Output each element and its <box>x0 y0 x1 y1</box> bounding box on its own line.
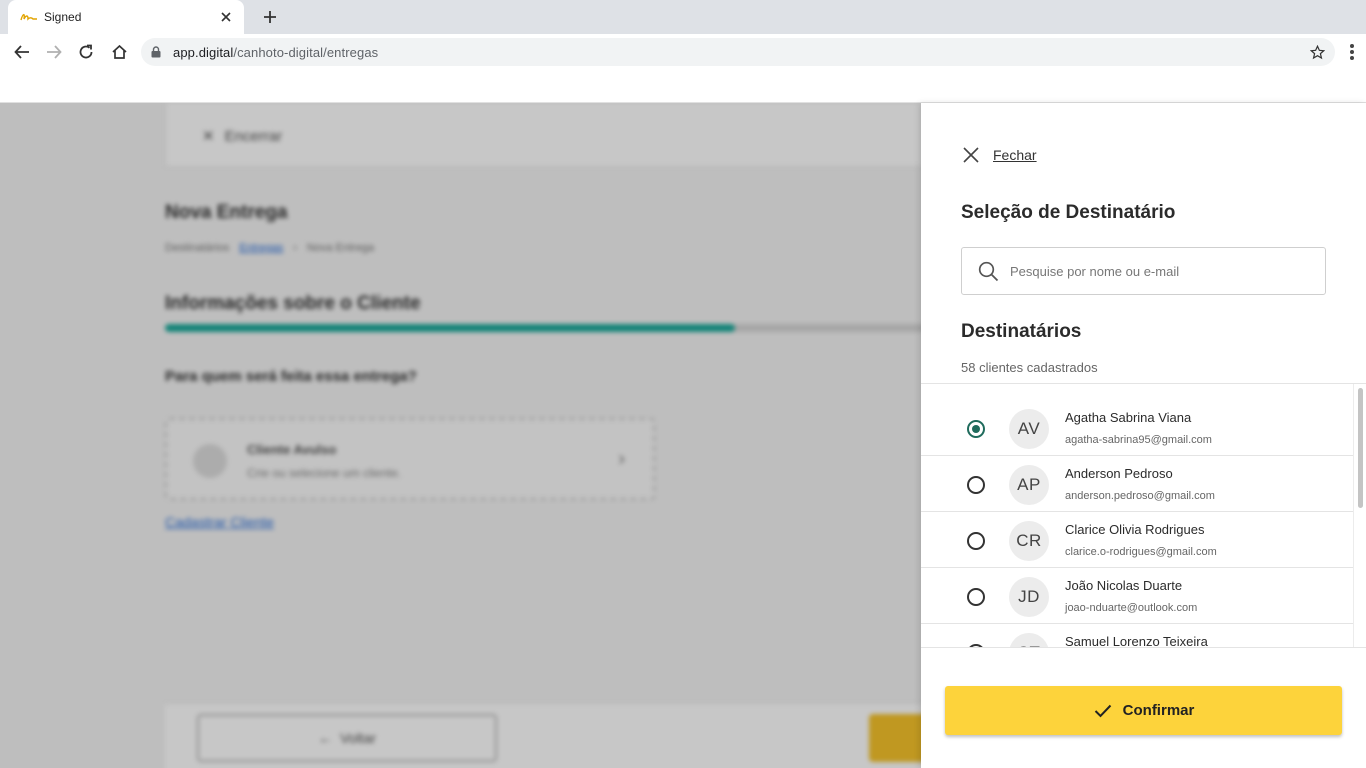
browser-toolbar: app.digital/canhoto-digital/entregas <box>0 34 1366 70</box>
scrollbar-thumb[interactable] <box>1358 388 1363 508</box>
recipient-radio[interactable] <box>967 476 985 494</box>
recipient-email: joao-nduarte@outlook.com <box>1065 602 1198 614</box>
recipient-row-4[interactable]: ST Samuel Lorenzo Teixeira <box>921 624 1353 648</box>
signature-favicon-icon <box>20 10 38 24</box>
recipient-email: agatha-sabrina95@gmail.com <box>1065 434 1212 446</box>
recipient-name: João Nicolas Duarte <box>1065 578 1183 593</box>
avatar: JD <box>1009 577 1049 617</box>
close-icon <box>961 145 981 165</box>
drawer-title: Seleção de Destinatário <box>961 202 1176 223</box>
recipient-email: clarice.o-rodrigues@gmail.com <box>1065 546 1217 558</box>
recipient-list-viewport: AV Agatha Sabrina Viana agatha-sabrina95… <box>921 384 1353 648</box>
reload-icon[interactable] <box>75 42 97 62</box>
lock-icon <box>151 45 165 59</box>
forward-arrow-icon[interactable] <box>43 42 65 62</box>
recipient-radio[interactable] <box>967 420 985 438</box>
modal-backdrop[interactable] <box>0 103 921 768</box>
url-text: app.digital/canhoto-digital/entregas <box>173 45 378 60</box>
recipient-row-3[interactable]: JD João Nicolas Duarte joao-nduarte@outl… <box>921 568 1353 624</box>
avatar: CR <box>1009 521 1049 561</box>
recipient-radio[interactable] <box>967 588 985 606</box>
url-host: app.digital <box>173 44 234 60</box>
search-field[interactable] <box>961 247 1326 295</box>
confirm-label: Confirmar <box>1122 702 1195 719</box>
recipients-count: 58 clientes cadastrados <box>961 360 1098 375</box>
search-icon <box>978 260 1000 282</box>
tab-close-icon[interactable] <box>218 9 234 25</box>
close-label: Fechar <box>993 147 1037 163</box>
app-header <box>0 70 1366 103</box>
background-page: ✕ Encerrar Nova Entrega Destinatários En… <box>0 103 921 768</box>
close-drawer-button[interactable]: Fechar <box>961 145 1037 165</box>
browser-menu-icon[interactable] <box>1344 42 1360 62</box>
browser-tab-strip: Signed <box>0 0 1366 34</box>
browser-tab[interactable]: Signed <box>8 0 244 34</box>
recipient-name: Agatha Sabrina Viana <box>1065 410 1192 425</box>
home-icon[interactable] <box>108 42 130 62</box>
recipient-row-1[interactable]: AP Anderson Pedroso anderson.pedroso@gma… <box>921 456 1353 512</box>
recipient-name: Clarice Olivia Rodrigues <box>1065 522 1205 537</box>
url-path: /canhoto-digital/entregas <box>233 44 379 60</box>
recipient-list[interactable]: AV Agatha Sabrina Viana agatha-sabrina95… <box>921 383 1366 648</box>
avatar: AV <box>1009 409 1049 449</box>
recipients-title: Destinatários <box>961 321 1082 342</box>
recipient-name: Anderson Pedroso <box>1065 466 1173 481</box>
recipient-row-0[interactable]: AV Agatha Sabrina Viana agatha-sabrina95… <box>921 400 1353 456</box>
recipient-radio[interactable] <box>967 532 985 550</box>
back-arrow-icon[interactable] <box>11 42 33 62</box>
footer-divider <box>921 647 1366 648</box>
recipient-name: Samuel Lorenzo Teixeira <box>1065 634 1208 648</box>
confirm-button[interactable]: Confirmar <box>945 686 1342 735</box>
new-tab-plus-icon[interactable] <box>258 6 282 28</box>
avatar: ST <box>1009 633 1049 648</box>
check-icon <box>1093 701 1113 721</box>
recipient-selection-drawer: Fechar Seleção de Destinatário Destinatá… <box>921 103 1366 768</box>
recipient-row-2[interactable]: CR Clarice Olivia Rodrigues clarice.o-ro… <box>921 512 1353 568</box>
address-bar[interactable]: app.digital/canhoto-digital/entregas <box>141 38 1335 66</box>
recipient-email: anderson.pedroso@gmail.com <box>1065 490 1215 502</box>
bookmark-star-icon[interactable] <box>1309 44 1325 60</box>
search-input[interactable] <box>1010 263 1310 279</box>
list-scrollbar[interactable] <box>1353 384 1366 648</box>
avatar: AP <box>1009 465 1049 505</box>
tab-title: Signed <box>44 10 82 24</box>
